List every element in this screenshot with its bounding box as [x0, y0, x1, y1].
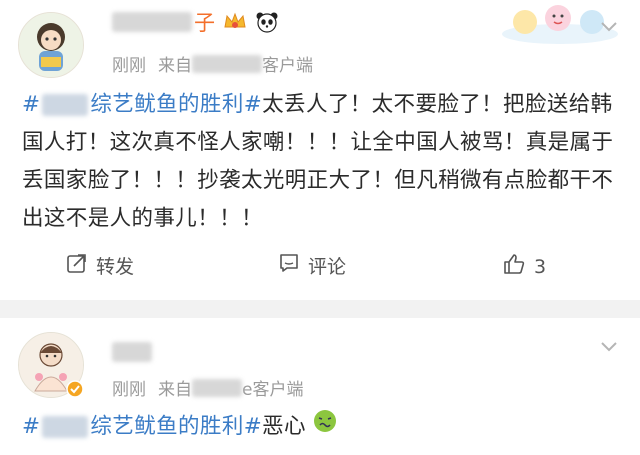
source-prefix: 来自 — [158, 380, 192, 400]
crown-badge-icon — [223, 11, 247, 33]
weibo-post: 子 刚刚 来自 客户端 # 综艺鱿鱼的胜利#太丢人了！太不要脸了！把脸送给韩国人… — [0, 0, 640, 300]
post-body: # 综艺鱿鱼的胜利#恶心 — [22, 408, 622, 446]
chevron-down-icon[interactable] — [600, 338, 618, 357]
topic-link[interactable]: # 综艺鱿鱼的胜利# — [22, 92, 262, 117]
redacted-topic-part — [42, 94, 89, 116]
redacted-source — [192, 378, 242, 397]
redacted-username — [112, 12, 192, 32]
like-button[interactable]: 3 — [502, 252, 546, 281]
username[interactable]: 子 — [194, 7, 215, 37]
post-time: 刚刚 — [112, 380, 146, 400]
like-icon — [502, 252, 534, 281]
post-time: 刚刚 — [112, 56, 146, 76]
avatar[interactable] — [18, 12, 84, 78]
source-suffix: e客户端 — [242, 380, 304, 400]
nauseated-face-icon — [313, 408, 337, 446]
topic-link[interactable]: # 综艺鱿鱼的胜利# — [22, 414, 262, 439]
repost-button[interactable]: 转发 — [66, 252, 134, 279]
post-meta: 刚刚 来自 客户端 — [112, 51, 313, 76]
redacted-topic-part — [42, 416, 89, 438]
like-count: 3 — [534, 255, 547, 278]
username-row[interactable]: 子 — [112, 8, 279, 36]
chevron-down-icon[interactable] — [600, 18, 618, 37]
repost-icon — [66, 252, 96, 279]
action-bar: 转发 评论 3 — [0, 252, 640, 292]
comment-icon — [278, 252, 308, 279]
username-row[interactable] — [112, 338, 152, 366]
redacted-source — [192, 54, 262, 73]
redacted-username — [112, 342, 152, 362]
comment-button[interactable]: 评论 — [278, 252, 346, 279]
post-meta: 刚刚 来自 e客户端 — [112, 375, 303, 400]
comment-label: 评论 — [308, 256, 347, 278]
weibo-post: 刚刚 来自 e客户端 # 综艺鱿鱼的胜利#恶心 — [0, 318, 640, 455]
panda-icon — [255, 11, 279, 33]
post-text: 恶心 — [262, 414, 306, 439]
source-suffix: 客户端 — [262, 56, 313, 76]
post-body: # 综艺鱿鱼的胜利#太丢人了！太不要脸了！把脸送给韩国人打！这次真不怪人家嘲！！！… — [22, 86, 622, 238]
source-prefix: 来自 — [158, 56, 192, 76]
verified-icon — [66, 380, 84, 402]
repost-label: 转发 — [96, 256, 135, 278]
